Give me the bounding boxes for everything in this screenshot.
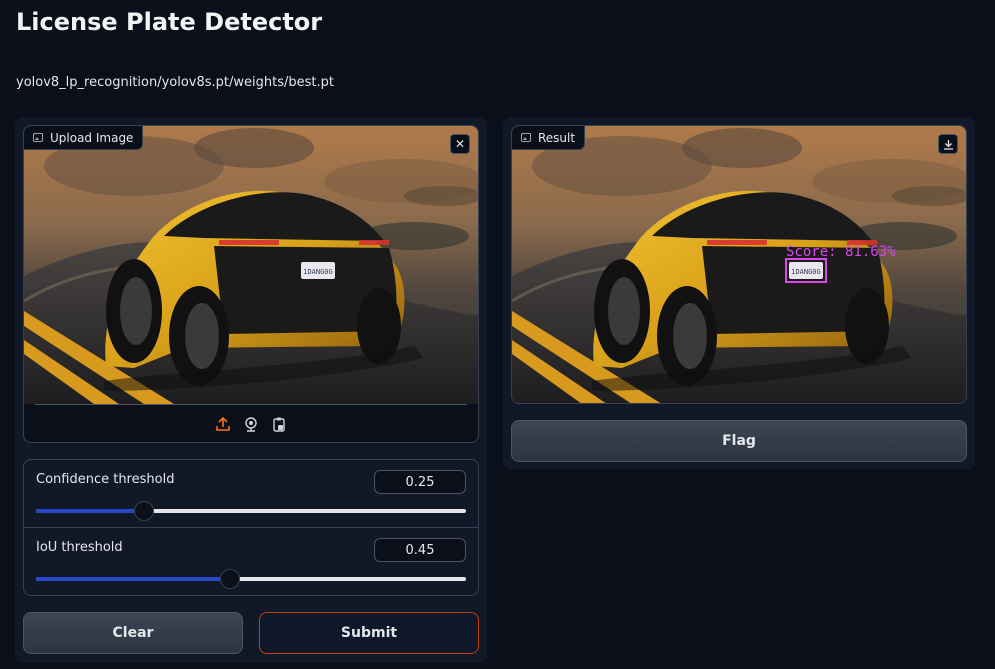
result-label-tag: Result — [512, 126, 586, 150]
result-label: Result — [538, 130, 576, 145]
image-icon — [33, 133, 43, 142]
webcam-icon[interactable] — [242, 415, 260, 433]
iou-slider[interactable] — [36, 569, 466, 589]
iou-number-input[interactable] — [374, 538, 466, 562]
confidence-slider[interactable] — [36, 501, 466, 521]
download-button[interactable] — [938, 134, 958, 154]
result-photo: 1DANG0G Score: 81.63% — [512, 126, 966, 403]
upload-image-label: Upload Image — [50, 130, 134, 145]
flag-button[interactable]: Flag — [511, 420, 967, 462]
model-path: yolov8_lp_recognition/yolov8s.pt/weights… — [16, 75, 334, 90]
clipboard-icon[interactable] — [270, 415, 288, 433]
confidence-slider-fill — [36, 509, 144, 513]
confidence-number-input[interactable] — [374, 470, 466, 494]
iou-label: IoU threshold — [36, 540, 123, 555]
app-title: License Plate Detector — [16, 8, 323, 36]
confidence-slider-thumb[interactable] — [133, 501, 154, 521]
upload-source-toolbar — [35, 404, 467, 442]
confidence-label: Confidence threshold — [36, 472, 175, 487]
confidence-slider-row: Confidence threshold — [24, 460, 478, 528]
submit-button[interactable]: Submit — [259, 612, 479, 654]
threshold-settings: Confidence threshold IoU threshold — [23, 459, 479, 596]
output-panel: Result 1DANG0G Score: 81.63% Flag — [503, 117, 975, 470]
image-icon — [521, 133, 531, 142]
clear-image-button[interactable]: ✕ — [450, 134, 470, 154]
upload-image-label-tag: Upload Image — [24, 126, 144, 150]
result-plate-text: 1DANG0G — [791, 268, 821, 276]
close-icon: ✕ — [454, 137, 466, 151]
result-image-block: Result 1DANG0G Score: 81.63% — [511, 125, 967, 404]
clear-button[interactable]: Clear — [23, 612, 243, 654]
download-icon — [943, 139, 953, 150]
input-photo: 1DANG0G — [24, 126, 478, 404]
detection-score: Score: 81.63% — [786, 244, 896, 260]
upload-image-block[interactable]: Upload Image ✕ 1DANG0G — [23, 125, 479, 443]
input-plate-text: 1DANG0G — [303, 268, 333, 276]
iou-slider-thumb[interactable] — [219, 569, 240, 589]
upload-icon[interactable] — [214, 415, 232, 433]
input-panel: Upload Image ✕ 1DANG0G Confidence thresh… — [15, 117, 487, 663]
iou-slider-row: IoU threshold — [24, 528, 478, 595]
iou-slider-fill — [36, 577, 230, 581]
